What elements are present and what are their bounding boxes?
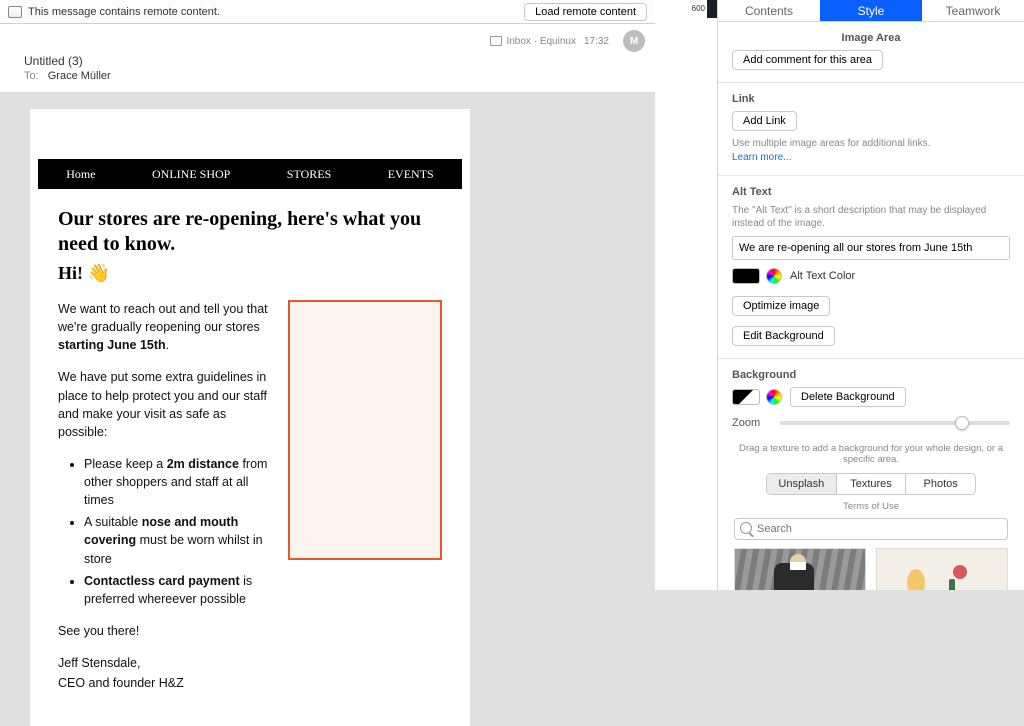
remote-content-text: This message contains remote content. bbox=[28, 6, 220, 18]
bg-thumbnail-1[interactable] bbox=[734, 548, 866, 590]
selected-image-area[interactable] bbox=[288, 300, 442, 560]
email-canvas: Home ONLINE SHOP STORES EVENTS Our store… bbox=[30, 109, 470, 726]
email-header: Inbox · Equinux 17:32 M Untitled (3) To:… bbox=[0, 24, 655, 93]
email-p1: We want to reach out and tell you that w… bbox=[58, 300, 272, 354]
seg-textures[interactable]: Textures bbox=[836, 474, 906, 494]
to-value: Grace Müller bbox=[48, 70, 111, 82]
avatar[interactable]: M bbox=[623, 30, 645, 52]
load-remote-content-button[interactable]: Load remote content bbox=[524, 3, 647, 21]
seg-photos[interactable]: Photos bbox=[905, 474, 975, 494]
search-icon bbox=[740, 522, 752, 534]
bg-thumbnail-2[interactable] bbox=[876, 548, 1008, 590]
section-link: Link bbox=[732, 93, 1010, 105]
add-comment-button[interactable]: Add comment for this area bbox=[732, 50, 883, 70]
link-helper: Use multiple image areas for additional … bbox=[732, 137, 1010, 150]
edit-background-button[interactable]: Edit Background bbox=[732, 326, 835, 346]
bg-color-picker-icon[interactable] bbox=[766, 389, 782, 405]
seg-unsplash[interactable]: Unsplash bbox=[767, 474, 836, 494]
email-p2: We have put some extra guidelines in pla… bbox=[58, 368, 272, 441]
email-sig1: Jeff Stensdale, bbox=[58, 654, 272, 672]
remote-content-icon bbox=[8, 6, 22, 18]
inspector-panel: Contents Style Teamwork Image Area Add c… bbox=[717, 0, 1024, 590]
section-background: Background bbox=[732, 369, 1010, 381]
terms-link[interactable]: Terms of Use bbox=[732, 501, 1010, 512]
folder-label: Inbox · Equinux bbox=[506, 36, 576, 47]
zoom-slider[interactable] bbox=[780, 421, 1010, 425]
nav-events[interactable]: EVENTS bbox=[388, 167, 434, 182]
alt-color-picker-icon[interactable] bbox=[766, 268, 782, 284]
alt-helper: The "Alt Text" is a short description th… bbox=[732, 204, 1010, 230]
optimize-image-button[interactable]: Optimize image bbox=[732, 296, 830, 316]
bg-color-swatch[interactable] bbox=[732, 389, 760, 405]
alt-color-label: Alt Text Color bbox=[790, 270, 855, 282]
email-navbar: Home ONLINE SHOP STORES EVENTS bbox=[38, 159, 462, 189]
delete-background-button[interactable]: Delete Background bbox=[790, 387, 906, 407]
learn-more-link[interactable]: Learn more... bbox=[732, 152, 1010, 163]
email-greeting: Hi! 👋 bbox=[58, 263, 442, 284]
nav-stores[interactable]: STORES bbox=[287, 167, 331, 182]
section-alt-text: Alt Text bbox=[732, 186, 1010, 198]
email-bullets: Please keep a 2m distance from other sho… bbox=[58, 455, 272, 608]
tab-style[interactable]: Style bbox=[820, 0, 922, 21]
email-sig2: CEO and founder H&Z bbox=[58, 674, 272, 692]
add-link-button[interactable]: Add Link bbox=[732, 111, 797, 131]
to-label: To: bbox=[24, 70, 39, 82]
subject: Untitled (3) bbox=[0, 54, 655, 70]
ruler: 600 bbox=[655, 0, 717, 590]
nav-shop[interactable]: ONLINE SHOP bbox=[152, 167, 230, 182]
remote-content-bar: This message contains remote content. Lo… bbox=[0, 0, 655, 24]
zoom-label: Zoom bbox=[732, 417, 780, 429]
nav-home[interactable]: Home bbox=[66, 167, 95, 182]
email-headline: Our stores are re-opening, here's what y… bbox=[58, 207, 442, 257]
tab-contents[interactable]: Contents bbox=[718, 0, 820, 21]
tab-teamwork[interactable]: Teamwork bbox=[922, 0, 1024, 21]
bg-drag-hint: Drag a texture to add a background for y… bbox=[732, 443, 1010, 465]
alt-text-input[interactable] bbox=[732, 236, 1010, 260]
email-closer: See you there! bbox=[58, 622, 272, 640]
time-label: 17:32 bbox=[584, 36, 609, 47]
section-image-area: Image Area bbox=[732, 32, 1010, 44]
bg-search-input[interactable] bbox=[734, 518, 1008, 540]
ruler-value: 600 bbox=[692, 4, 705, 13]
folder-icon bbox=[490, 36, 502, 46]
alt-color-swatch[interactable] bbox=[732, 268, 760, 284]
